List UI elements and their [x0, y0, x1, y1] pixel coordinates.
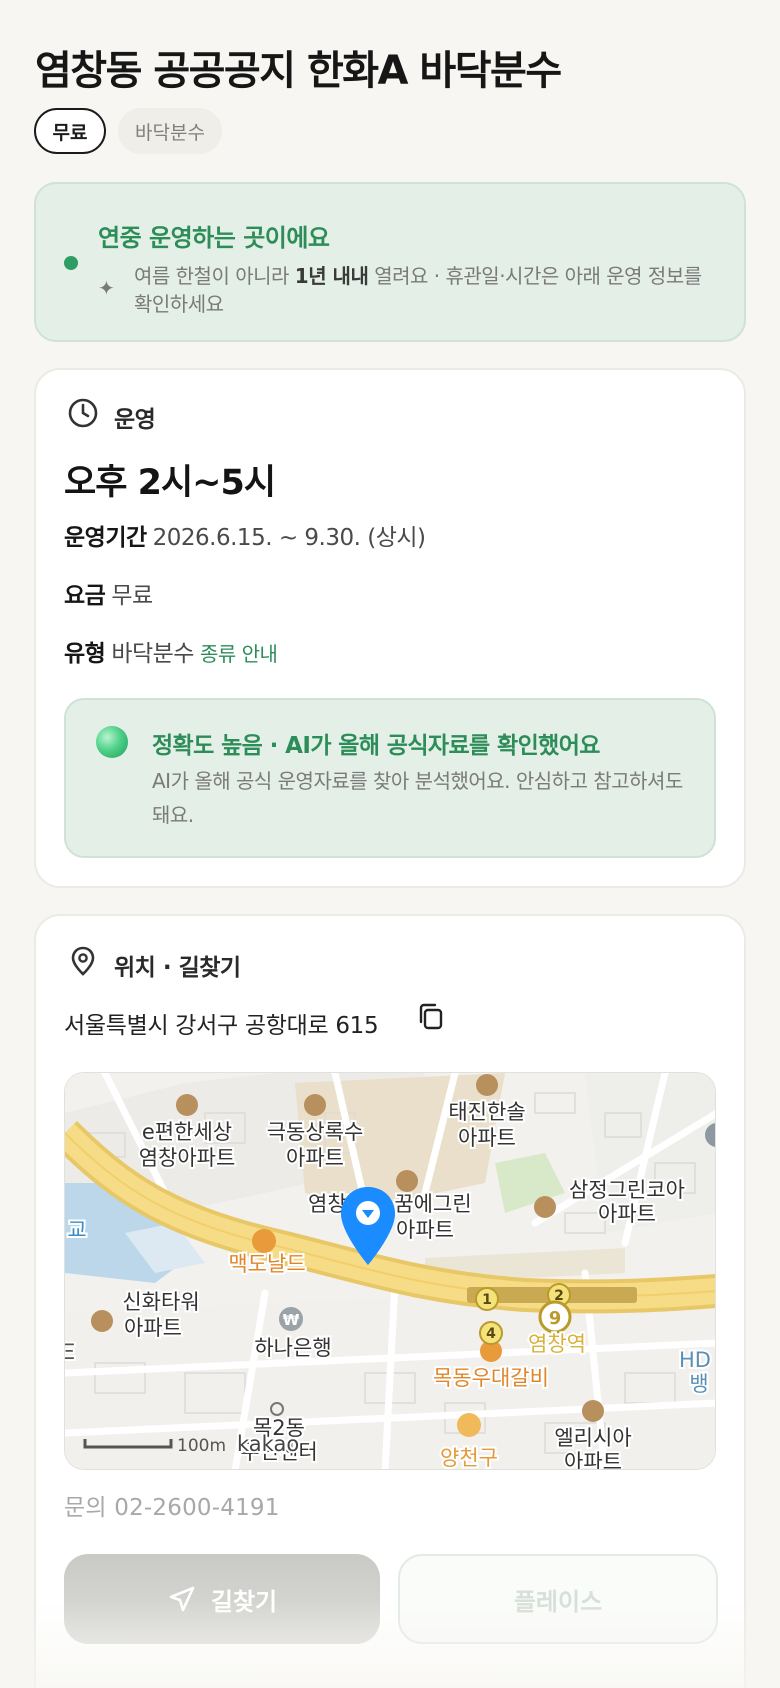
page: 염창동 공공공지 한화A 바닥분수 무료 바닥분수 연중 운영하는 곳이에요 ✦… — [0, 0, 780, 1688]
map-label-district: 양천구 — [440, 1446, 498, 1470]
map-label-hd: 뱅 — [689, 1372, 708, 1396]
exit-2-label: 2 — [554, 1288, 564, 1304]
hours-card: 운영 오후 2시~5시 운영기간 2026.6.15. ~ 9.30. (상시) … — [34, 368, 746, 888]
map-label-apt: 삼정그린코아 — [569, 1178, 685, 1202]
status-dot-icon — [64, 256, 78, 270]
map-brand-logo: kakao — [237, 1432, 299, 1456]
location-card: 위치 · 길찾기 서울특별시 강서구 공항대로 615 1 2 4 9 ₩ e편… — [34, 914, 746, 1688]
map-canvas[interactable]: 1 2 4 9 ₩ e편한세상 염창아파트 극동상록수 아파트 태진한솔 아파트… — [65, 1073, 716, 1470]
sparkle-icon: ✦ — [98, 276, 115, 300]
map-label-apt: 신화타워 — [122, 1290, 199, 1314]
map-label-apt: 극동상록수 — [267, 1120, 364, 1144]
type-label: 유형 — [64, 641, 106, 667]
map-label-bank: 하나은행 — [254, 1336, 331, 1360]
phone-inquiry[interactable]: 문의 02-2600-4191 — [64, 1488, 280, 1522]
type-chip: 바닥분수 — [118, 108, 222, 154]
period-value: 2026.6.15. ~ 9.30. (상시) — [152, 525, 426, 551]
exit-4-label: 4 — [486, 1326, 496, 1342]
fee-chip: 무료 — [34, 108, 106, 154]
map-label-apt: 태진한솔 — [448, 1100, 525, 1124]
accuracy-title: 정확도 높음 · AI가 올해 공식자료를 확인했어요 — [152, 733, 600, 759]
map-label-mcdonalds: 맥도날드 — [228, 1252, 305, 1276]
map-label-apt: 아파트 — [564, 1450, 622, 1470]
district-office-icon — [457, 1413, 481, 1437]
period-row: 운영기간 2026.6.15. ~ 9.30. (상시) — [64, 518, 426, 552]
navigation-arrow-icon — [169, 1586, 195, 1612]
route-button-label: 길찾기 — [210, 1587, 278, 1616]
banner-text-bold: 1년 내내 — [294, 264, 369, 288]
type-value: 바닥분수 — [111, 641, 194, 667]
banner-text: 여름 한철이 아니라 1년 내내 열려요 · 휴관일·시간은 아래 운영 정보를… — [134, 262, 724, 318]
map-label-hd: HD — [679, 1348, 711, 1372]
won-sign-label: ₩ — [283, 1311, 300, 1329]
accuracy-text: AI가 올해 공식 운영자료를 찾아 분석했어요. 안심하고 참고하셔도 돼요. — [152, 769, 683, 827]
map-scale-label: 100m — [177, 1436, 226, 1456]
line-9-label: 9 — [549, 1308, 562, 1329]
hours-value: 오후 2시~5시 — [64, 463, 276, 503]
accuracy-box: 정확도 높음 · AI가 올해 공식자료를 확인했어요 AI가 올해 공식 운영… — [64, 698, 716, 858]
page-title: 염창동 공공공지 한화A 바닥분수 — [35, 48, 562, 94]
place-button[interactable]: 플레이스 — [398, 1554, 718, 1644]
route-button[interactable]: 길찾기 — [64, 1554, 380, 1644]
fee-value: 무료 — [111, 583, 153, 609]
banner-title: 연중 운영하는 곳이에요 — [98, 224, 330, 252]
period-label: 운영기간 — [64, 525, 147, 551]
map-label-station: 염창역 — [528, 1332, 586, 1356]
map-label-edge: 교 — [67, 1218, 86, 1242]
map-label-apt: 아파트 — [286, 1146, 344, 1170]
accuracy-orb-icon — [96, 726, 128, 758]
map-label-apt: 염창아파트 — [139, 1146, 236, 1170]
location-section-label: 위치 · 길찾기 — [114, 955, 241, 981]
hours-section-label: 운영 — [114, 407, 156, 433]
clock-icon — [68, 398, 98, 428]
map-label-apt: e편한세상 — [142, 1120, 232, 1144]
map-label-apt: 아파트 — [124, 1316, 182, 1340]
map-label-apt: 엘리시아 — [554, 1426, 631, 1450]
banner-text-part: 여름 한철이 아니라 — [134, 264, 295, 288]
map-label-restaurant: 목동우대갈비 — [433, 1366, 549, 1390]
fee-row: 요금 무료 — [64, 576, 153, 610]
map-label-edge-mark: Ξ — [65, 1340, 76, 1364]
map-view[interactable]: 1 2 4 9 ₩ e편한세상 염창아파트 극동상록수 아파트 태진한솔 아파트… — [64, 1072, 716, 1470]
fee-label: 요금 — [64, 583, 106, 609]
location-pin-icon — [71, 946, 95, 976]
exit-1-label: 1 — [482, 1292, 492, 1308]
copy-icon[interactable] — [414, 1000, 448, 1034]
map-label-apt: 아파트 — [598, 1202, 656, 1226]
restaurant-poi-icon — [252, 1229, 276, 1253]
type-guide-link[interactable]: 종류 안내 — [200, 642, 278, 666]
type-row: 유형 바닥분수 종류 안내 — [64, 634, 278, 668]
map-label-apt: 아파트 — [396, 1218, 454, 1242]
map-label-apt: 꿈에그린 — [394, 1192, 471, 1216]
year-round-banner: 연중 운영하는 곳이에요 ✦ 여름 한철이 아니라 1년 내내 열려요 · 휴관… — [34, 182, 746, 342]
map-label-apt: 아파트 — [458, 1126, 516, 1150]
address-text: 서울특별시 강서구 공항대로 615 — [64, 1013, 379, 1039]
